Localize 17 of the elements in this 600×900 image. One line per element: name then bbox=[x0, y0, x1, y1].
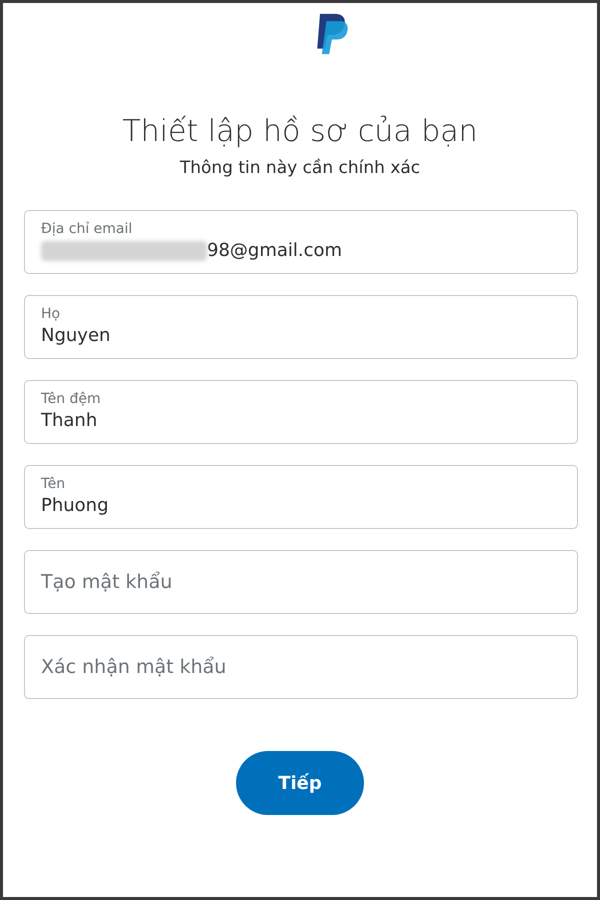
field-value[interactable]: Phuong bbox=[41, 493, 561, 519]
field-value[interactable]: Thanh bbox=[41, 408, 561, 434]
field-label: Tên bbox=[41, 475, 66, 493]
text-field[interactable]: Tạo mật khẩu bbox=[24, 550, 578, 614]
text-field[interactable]: Địa chỉ email 98@gmail.com bbox=[24, 210, 578, 274]
text-field[interactable]: Xác nhận mật khẩu bbox=[24, 635, 578, 699]
page-title: Thiết lập hồ sơ của bạn bbox=[122, 113, 478, 151]
field-label: Địa chỉ email bbox=[41, 220, 134, 238]
text-field[interactable]: Họ Nguyen bbox=[24, 295, 578, 359]
page-subtitle: Thông tin này cần chính xác bbox=[180, 157, 420, 180]
field-label: Họ bbox=[41, 305, 62, 323]
field-value[interactable]: Nguyen bbox=[41, 323, 561, 349]
text-field[interactable]: Tên Phuong bbox=[24, 465, 578, 529]
field-value[interactable]: 98@gmail.com bbox=[207, 238, 561, 264]
text-field[interactable]: Tên đệm Thanh bbox=[24, 380, 578, 444]
next-button[interactable]: Tiếp bbox=[236, 751, 364, 815]
field-label: Tên đệm bbox=[41, 390, 102, 408]
